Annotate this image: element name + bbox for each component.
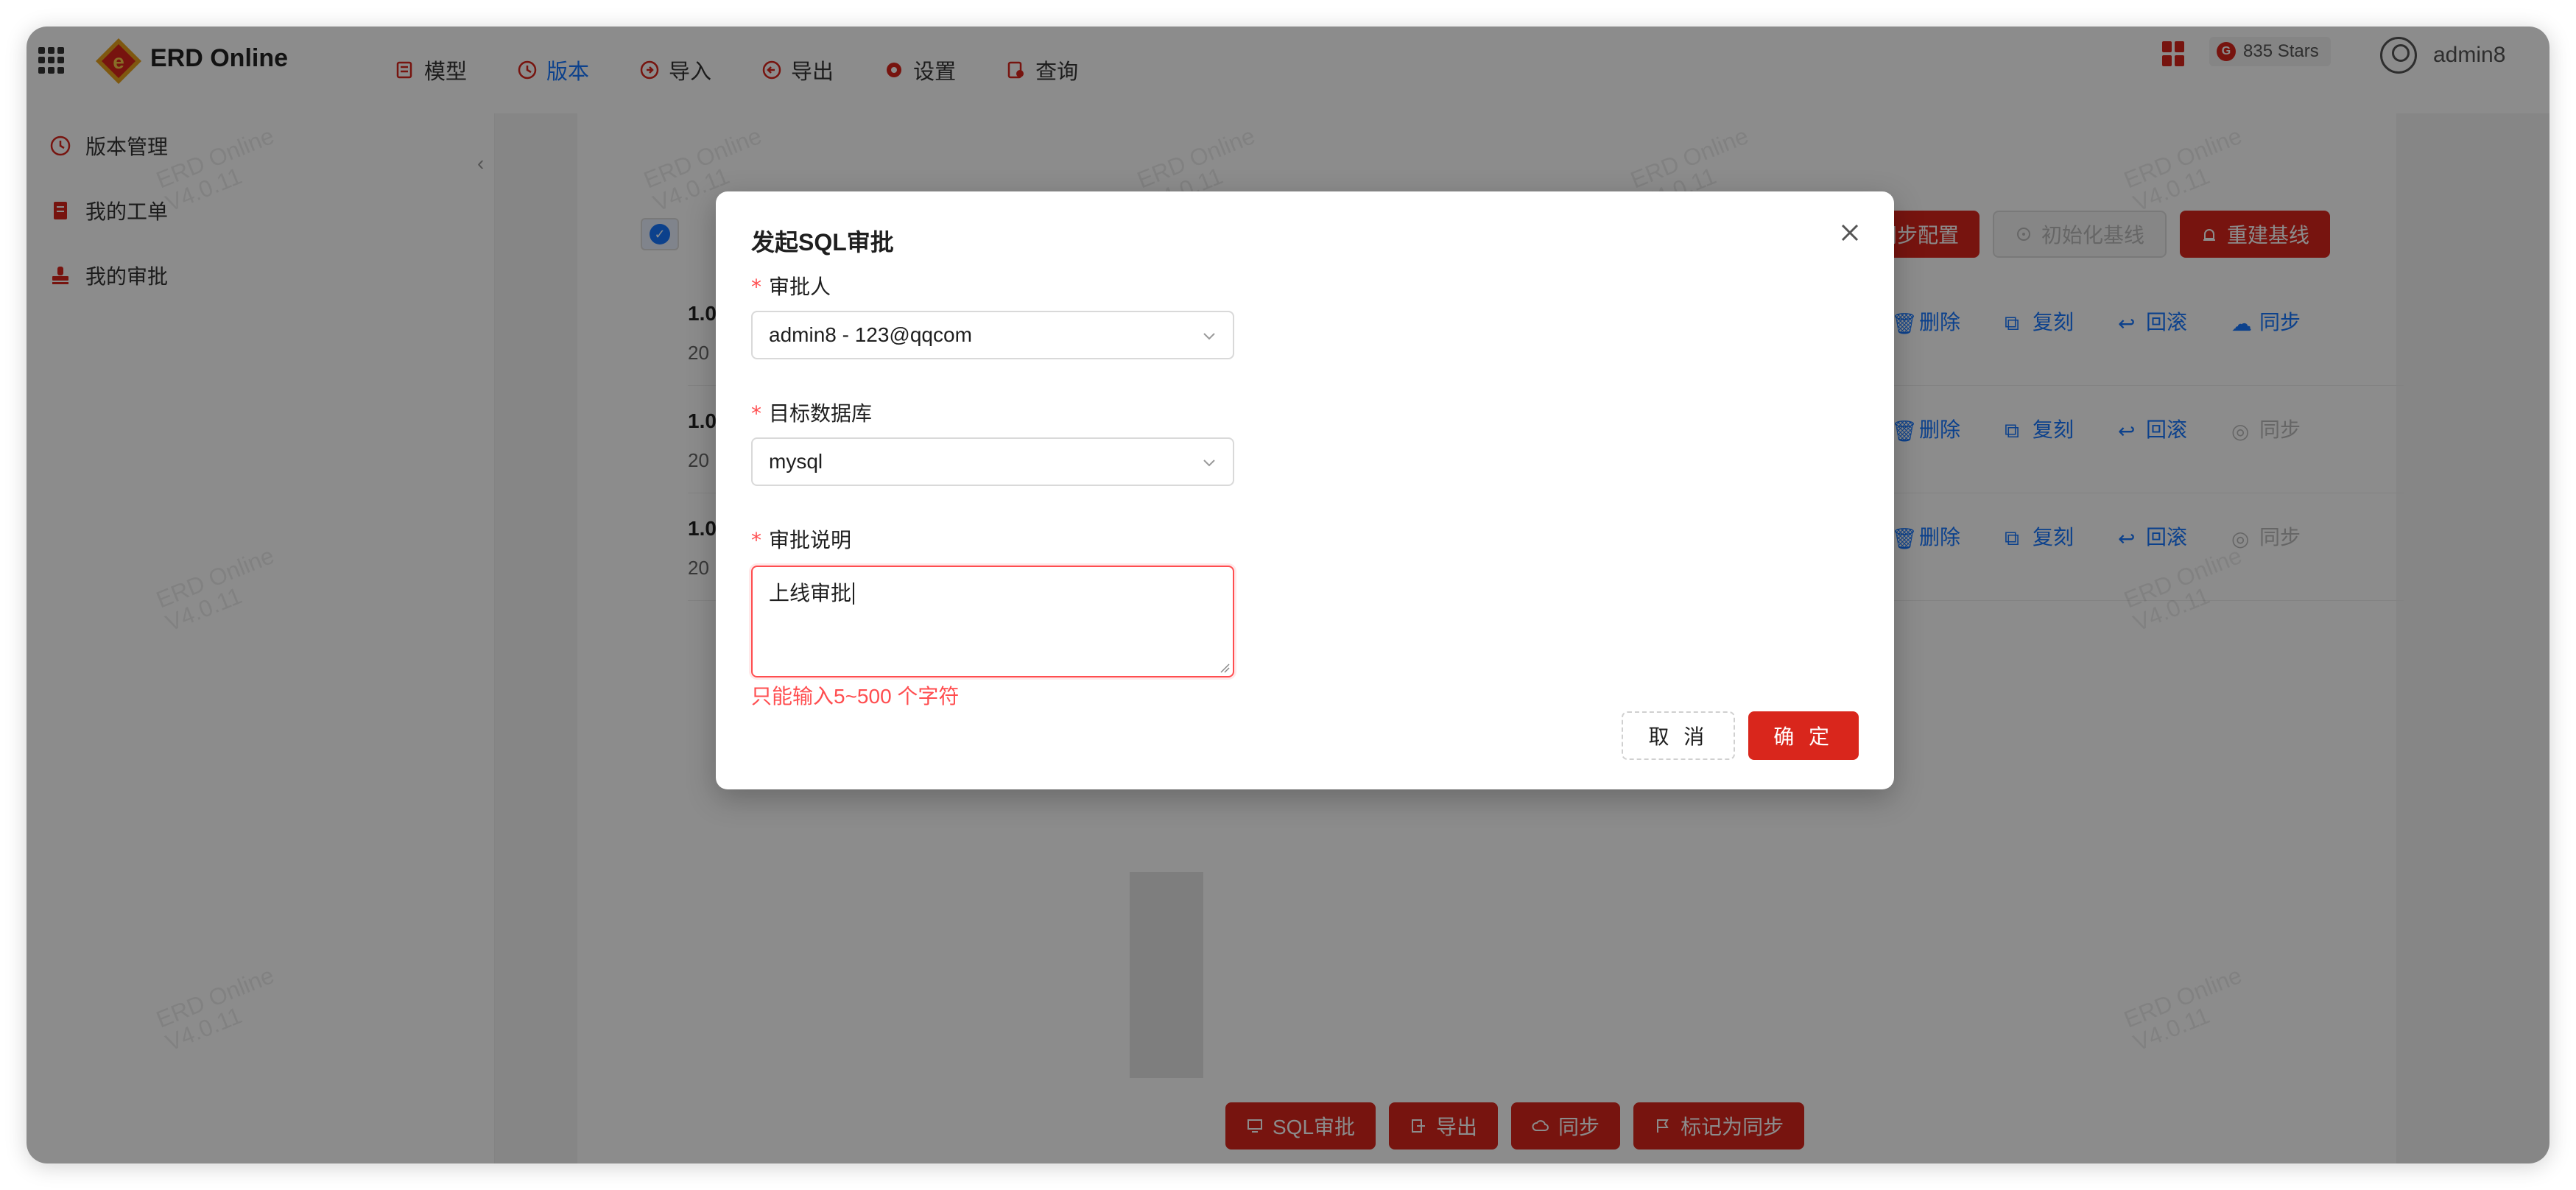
cancel-button[interactable]: 取 消	[1622, 711, 1736, 760]
app-window: e ERD Online 模型 版本 导入 导出 设置 查询 G 835 Sta…	[27, 27, 2549, 1163]
database-label: * 目标数据库	[751, 401, 873, 426]
description-value: 上线审批	[769, 582, 852, 605]
description-label: * 审批说明	[751, 528, 852, 552]
validation-error: 只能输入5~500 个字符	[751, 685, 960, 708]
sql-approval-modal: 发起SQL审批 * 审批人 admin8 - 123@qqcom * 目标数据库 m…	[716, 191, 1894, 789]
approver-value: admin8 - 123@qqcom	[769, 323, 972, 346]
required-mark: *	[751, 401, 761, 426]
database-value: mysql	[769, 450, 823, 473]
text-caret	[853, 582, 855, 605]
chevron-down-icon	[1203, 460, 1215, 467]
required-mark: *	[751, 528, 761, 552]
resize-handle-icon[interactable]	[1220, 663, 1230, 673]
close-icon[interactable]	[1835, 218, 1865, 247]
modal-title: 发起SQL审批	[751, 229, 894, 256]
approver-select[interactable]: admin8 - 123@qqcom	[751, 311, 1234, 359]
approver-label: * 审批人	[751, 275, 831, 299]
description-textarea[interactable]: 上线审批	[751, 566, 1234, 677]
modal-footer: 取 消 确 定	[1622, 711, 1859, 760]
confirm-button[interactable]: 确 定	[1748, 711, 1859, 760]
required-mark: *	[751, 275, 761, 299]
database-select[interactable]: mysql	[751, 437, 1234, 486]
chevron-down-icon	[1203, 333, 1215, 340]
